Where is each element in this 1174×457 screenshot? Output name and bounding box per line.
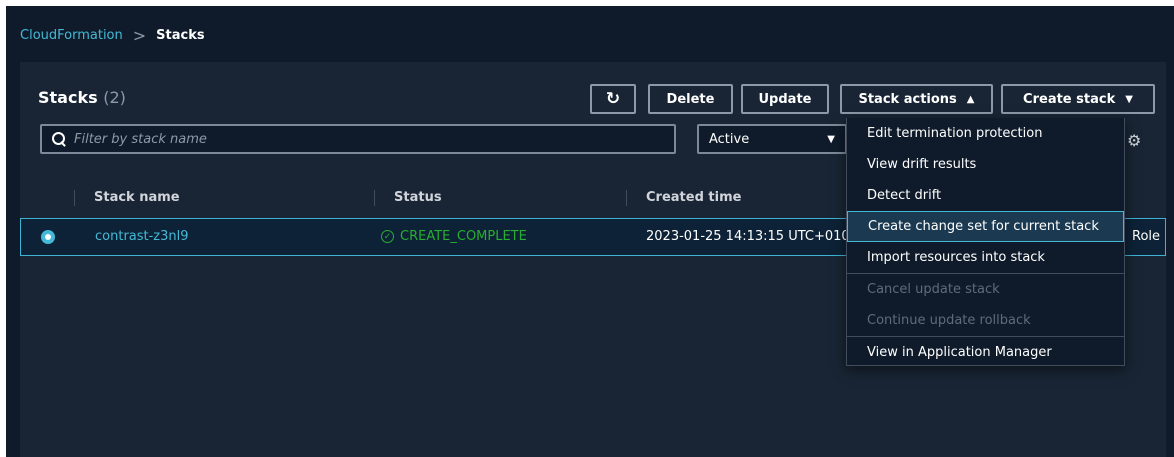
update-button-label: Update — [758, 91, 812, 107]
menu-item-continue-update-rollback: Continue update rollback — [867, 313, 1031, 328]
create-stack-button[interactable]: Create stack ▼ — [1001, 84, 1155, 114]
column-divider — [374, 190, 375, 206]
column-divider — [74, 190, 75, 206]
menu-item-import-resources[interactable]: Import resources into stack — [847, 242, 1124, 273]
menu-item-cancel-update-stack: Cancel update stack — [867, 282, 1000, 297]
column-header-stack-name[interactable]: Stack name — [94, 190, 180, 205]
chevron-right-icon: > — [132, 26, 147, 45]
gear-icon[interactable]: ⚙ — [1127, 131, 1141, 150]
menu-item-edit-termination-protection[interactable]: Edit termination protection — [847, 118, 1124, 149]
menu-item-view-drift-results[interactable]: View drift results — [847, 149, 1124, 180]
status-text: CREATE_COMPLETE — [400, 229, 527, 244]
breadcrumb: CloudFormation > Stacks — [20, 26, 205, 45]
column-header-status[interactable]: Status — [394, 190, 442, 205]
refresh-button[interactable]: ↻ — [590, 84, 636, 114]
delete-button[interactable]: Delete — [648, 84, 733, 114]
caret-down-icon: ▼ — [827, 133, 835, 145]
created-time: 2023-01-25 14:13:15 UTC+010 — [646, 229, 850, 244]
page-title-text: Stacks — [38, 88, 98, 107]
status-badge: ✓ CREATE_COMPLETE — [381, 229, 527, 244]
update-button[interactable]: Update — [741, 84, 829, 114]
caret-up-icon: ▲ — [966, 93, 975, 105]
refresh-icon: ↻ — [605, 89, 621, 109]
role-cell: Role — [1132, 229, 1161, 244]
menu-item-detect-drift[interactable]: Detect drift — [847, 180, 1124, 211]
breadcrumb-current: Stacks — [156, 28, 205, 43]
stack-name-link[interactable]: contrast-z3nl9 — [95, 229, 189, 244]
column-header-created-time[interactable]: Created time — [646, 190, 741, 205]
stack-actions-menu: Edit termination protection View drift r… — [846, 118, 1125, 366]
stack-count: (2) — [103, 88, 126, 107]
search-icon — [52, 132, 66, 146]
search-field — [40, 124, 676, 154]
app-canvas: CloudFormation > Stacks Stacks (2) ↻ Del… — [6, 6, 1174, 457]
status-filter-select[interactable]: Active ▼ — [697, 124, 847, 154]
page-title: Stacks (2) — [38, 88, 126, 107]
stack-actions-label: Stack actions — [858, 91, 957, 107]
row-select-radio[interactable] — [41, 230, 55, 244]
column-divider — [626, 190, 627, 206]
menu-item-view-in-application-manager[interactable]: View in Application Manager — [847, 337, 1124, 368]
delete-button-label: Delete — [666, 91, 715, 107]
caret-down-icon: ▼ — [1125, 93, 1133, 105]
breadcrumb-cloudformation-link[interactable]: CloudFormation — [20, 28, 123, 43]
search-input[interactable] — [74, 131, 674, 147]
stack-actions-button[interactable]: Stack actions ▲ — [840, 84, 993, 114]
check-circle-icon: ✓ — [381, 230, 394, 243]
status-filter-value: Active — [709, 131, 750, 147]
menu-item-create-change-set[interactable]: Create change set for current stack — [847, 211, 1124, 242]
create-stack-label: Create stack — [1023, 91, 1116, 107]
